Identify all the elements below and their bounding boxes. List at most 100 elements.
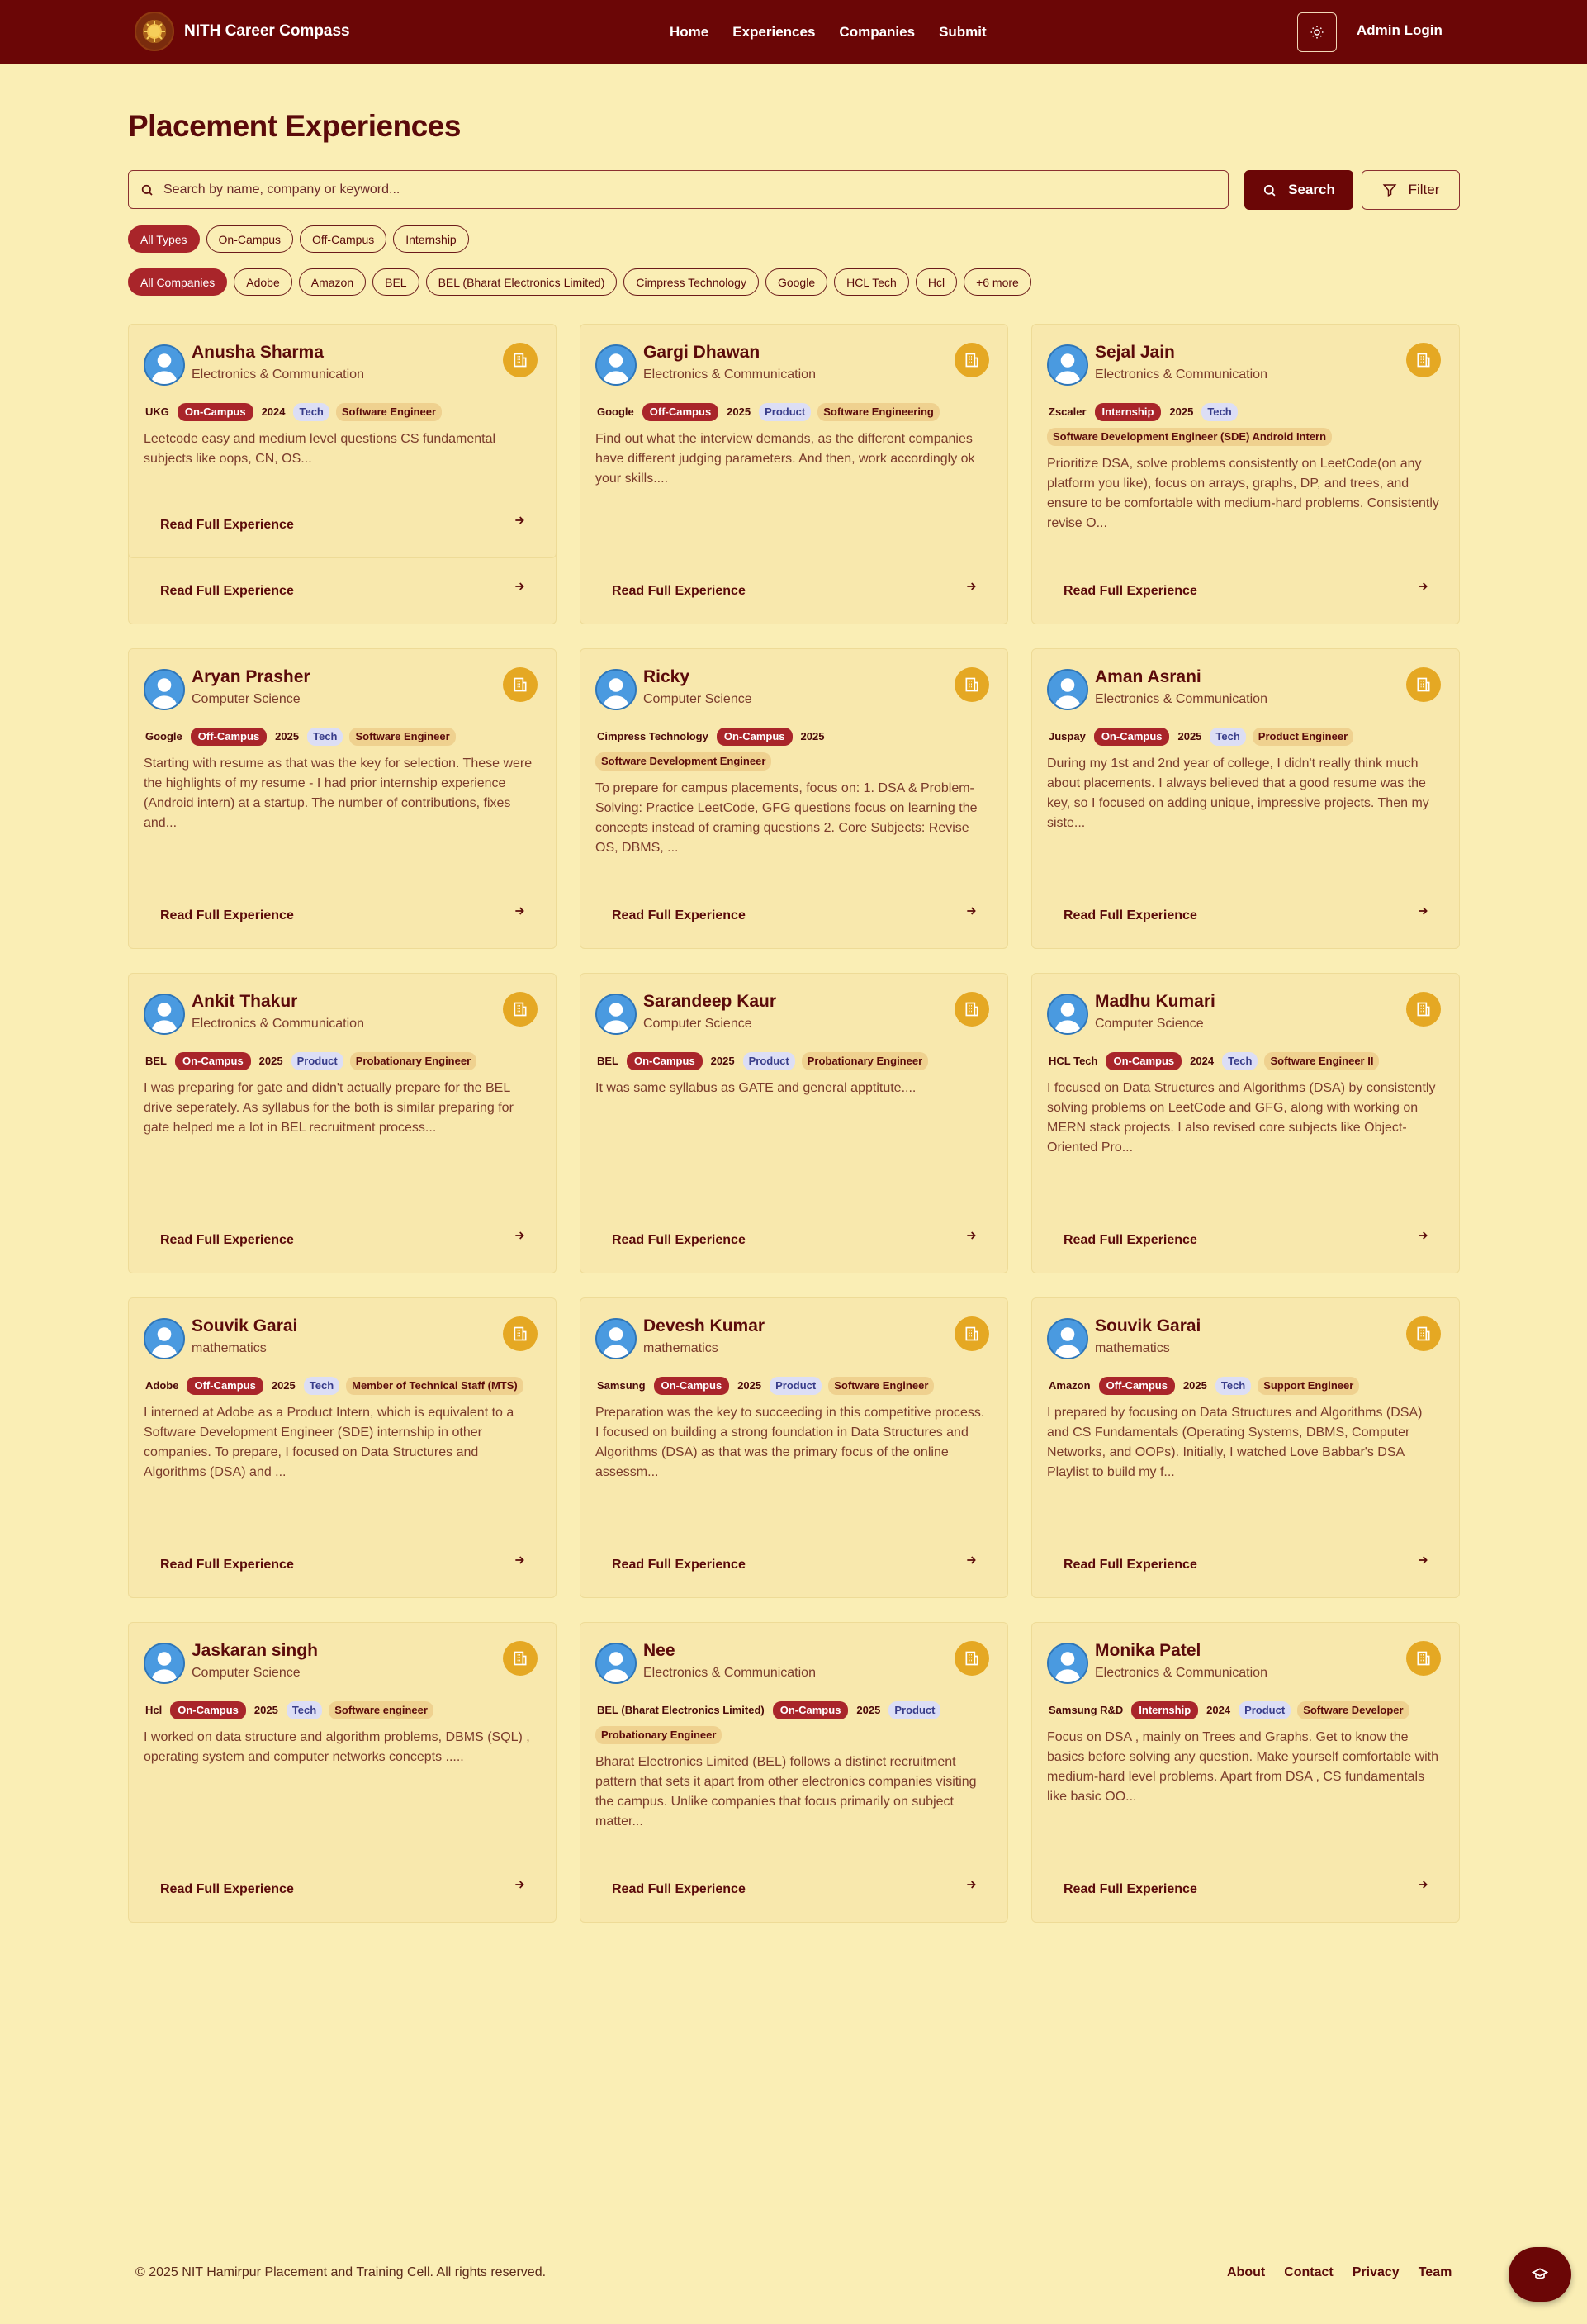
read-full-experience-link[interactable]: Read Full Experience (612, 584, 746, 599)
company-chip[interactable]: Hcl (915, 268, 958, 296)
user-avatar-icon (144, 1318, 185, 1359)
chat-assistant-button[interactable] (1509, 2247, 1571, 2302)
tag-list: Amazon Off-Campus 2025 Tech Support Engineer (1047, 1377, 1435, 1395)
arrow-right-icon[interactable] (1416, 1878, 1429, 1895)
nav-submit[interactable]: Submit (939, 24, 987, 40)
company-chip[interactable]: Adobe (234, 268, 292, 296)
type-chip-on-campus[interactable]: On-Campus (206, 225, 294, 253)
footer-contact-link[interactable]: Contact (1284, 2265, 1334, 2280)
experience-card[interactable]: Ricky Computer Science Cimpress Technology… (580, 648, 1008, 949)
tag-list: UKG On-Campus 2024 Tech Software Engineer (144, 403, 532, 421)
more-companies-chip[interactable]: +6 more (964, 268, 1031, 296)
nav-companies[interactable]: Companies (839, 24, 915, 40)
author-branch: Electronics & Communication (643, 368, 816, 382)
nav-links: Home Experiences Companies Submit (670, 0, 987, 64)
type-chip-all[interactable]: All Types (128, 225, 200, 253)
experience-card[interactable]: Madhu Kumari Computer Science HCL Tech On-C… (1031, 973, 1460, 1273)
experience-excerpt: During my 1st and 2nd year of college, I… (1047, 756, 1429, 830)
arrow-right-icon[interactable] (964, 904, 978, 922)
read-full-experience-link[interactable]: Read Full Experience (160, 1558, 294, 1572)
company-tag: Juspay (1049, 730, 1086, 742)
read-full-experience-link[interactable]: Read Full Experience (160, 1233, 294, 1248)
footer-about-link[interactable]: About (1227, 2265, 1265, 2280)
type-chip-off-campus[interactable]: Off-Campus (300, 225, 387, 253)
company-chip[interactable]: Cimpress Technology (623, 268, 759, 296)
experience-card[interactable]: Monika Patel Electronics & Communication S… (1031, 1622, 1460, 1923)
read-full-experience-link[interactable]: Read Full Experience (612, 908, 746, 923)
search-icon (141, 184, 153, 196)
read-full-experience-link[interactable]: Read Full Experience (612, 1558, 746, 1572)
experience-card[interactable]: Anusha Sharma Electronics & Communication… (128, 324, 557, 558)
theme-toggle-button[interactable] (1297, 12, 1337, 52)
tag-list: Cimpress Technology On-Campus 2025 Software… (595, 728, 983, 771)
year-tag: 2025 (271, 1379, 296, 1392)
filter-button-label: Filter (1408, 182, 1440, 197)
arrow-right-icon[interactable] (964, 1553, 978, 1571)
user-avatar-icon (144, 994, 185, 1035)
nav-home[interactable]: Home (670, 24, 708, 40)
arrow-right-icon[interactable] (513, 514, 526, 531)
arrow-right-icon[interactable] (513, 1878, 526, 1895)
arrow-right-icon[interactable] (513, 1229, 526, 1246)
company-tag: Zscaler (1049, 406, 1087, 418)
read-full-experience-link[interactable]: Read Full Experience (160, 518, 294, 533)
read-full-experience-link[interactable]: Read Full Experience (1064, 1882, 1197, 1897)
experience-card[interactable]: Gargi Dhawan Electronics & Communication G… (580, 324, 1008, 624)
arrow-right-icon[interactable] (1416, 904, 1429, 922)
experience-card[interactable]: Sejal Jain Electronics & Communication Zsc… (1031, 324, 1460, 624)
company-chip[interactable]: HCL Tech (834, 268, 909, 296)
read-full-experience-link[interactable]: Read Full Experience (612, 1233, 746, 1248)
read-full-experience-link[interactable]: Read Full Experience (160, 908, 294, 923)
tag-list: BEL On-Campus 2025 Product Probationary Engi… (595, 1052, 983, 1070)
company-chip[interactable]: All Companies (128, 268, 228, 296)
search-button-label: Search (1288, 182, 1335, 197)
company-chip[interactable]: Amazon (298, 268, 367, 296)
arrow-right-icon[interactable] (1416, 580, 1429, 597)
tag-list: Hcl On-Campus 2025 Tech Software engineer (144, 1701, 532, 1719)
read-full-experience-link[interactable]: Read Full Experience (1064, 1558, 1197, 1572)
role-tag: Software Developer (1297, 1701, 1409, 1719)
experience-card[interactable]: Ankit Thakur Electronics & Communication B… (128, 973, 557, 1273)
read-full-experience-link[interactable]: Read Full Experience (1064, 584, 1197, 599)
arrow-right-icon[interactable] (1416, 1553, 1429, 1571)
building-icon (1406, 343, 1441, 377)
company-chip[interactable]: BEL (Bharat Electronics Limited) (425, 268, 618, 296)
experience-card[interactable]: Jaskaran singh Computer Science Hcl On-Camp… (128, 1622, 557, 1923)
author-branch: mathematics (192, 1341, 267, 1355)
company-tag: BEL (Bharat Electronics Limited) (597, 1704, 765, 1716)
arrow-right-icon[interactable] (1416, 1229, 1429, 1246)
company-tag: Samsung R&D (1049, 1704, 1124, 1716)
nav-experiences[interactable]: Experiences (732, 24, 815, 40)
arrow-right-icon[interactable] (513, 580, 526, 597)
arrow-right-icon[interactable] (964, 1229, 978, 1246)
type-chip-internship[interactable]: Internship (393, 225, 469, 253)
arrow-right-icon[interactable] (513, 904, 526, 922)
experience-card[interactable]: Sarandeep Kaur Computer Science BEL On-Camp… (580, 973, 1008, 1273)
experience-card[interactable]: Aman Asrani Electronics & Communication Ju… (1031, 648, 1460, 949)
experience-card[interactable]: Nee Electronics & Communication BEL (Bhara… (580, 1622, 1008, 1923)
experience-card[interactable]: Souvik Garai mathematics Amazon Off-Campus 2… (1031, 1297, 1460, 1598)
brand[interactable]: NITH Career Compass (135, 12, 350, 51)
experience-excerpt: It was same syllabus as GATE and general… (595, 1081, 917, 1095)
admin-login-link[interactable]: Admin Login (1357, 22, 1443, 39)
experience-card[interactable]: Aryan Prasher Computer Science Google Off-C… (128, 648, 557, 949)
search-button[interactable]: Search (1244, 170, 1353, 210)
experience-card[interactable]: Devesh Kumar mathematics Samsung On-Campus 2… (580, 1297, 1008, 1598)
experience-excerpt: Leetcode easy and medium level questions… (144, 432, 496, 466)
arrow-right-icon[interactable] (964, 1878, 978, 1895)
search-input[interactable] (163, 182, 1154, 197)
read-full-experience-link[interactable]: Read Full Experience (1064, 908, 1197, 923)
arrow-right-icon[interactable] (513, 1553, 526, 1571)
arrow-right-icon[interactable] (964, 580, 978, 597)
read-full-experience-link[interactable]: Read Full Experience (1064, 1233, 1197, 1248)
read-full-experience-link[interactable]: Read Full Experience (612, 1882, 746, 1897)
company-filter-row: All Companies Adobe Amazon BEL BEL (Bhar… (128, 268, 1031, 296)
experience-card[interactable]: Souvik Garai mathematics Adobe Off-Campus 20… (128, 1297, 557, 1598)
read-full-experience-link[interactable]: Read Full Experience (160, 584, 294, 599)
read-full-experience-link[interactable]: Read Full Experience (160, 1882, 294, 1897)
company-chip[interactable]: Google (765, 268, 828, 296)
filter-button[interactable]: Filter (1362, 170, 1460, 210)
company-chip[interactable]: BEL (372, 268, 419, 296)
footer-team-link[interactable]: Team (1419, 2265, 1452, 2280)
footer-privacy-link[interactable]: Privacy (1353, 2265, 1400, 2280)
